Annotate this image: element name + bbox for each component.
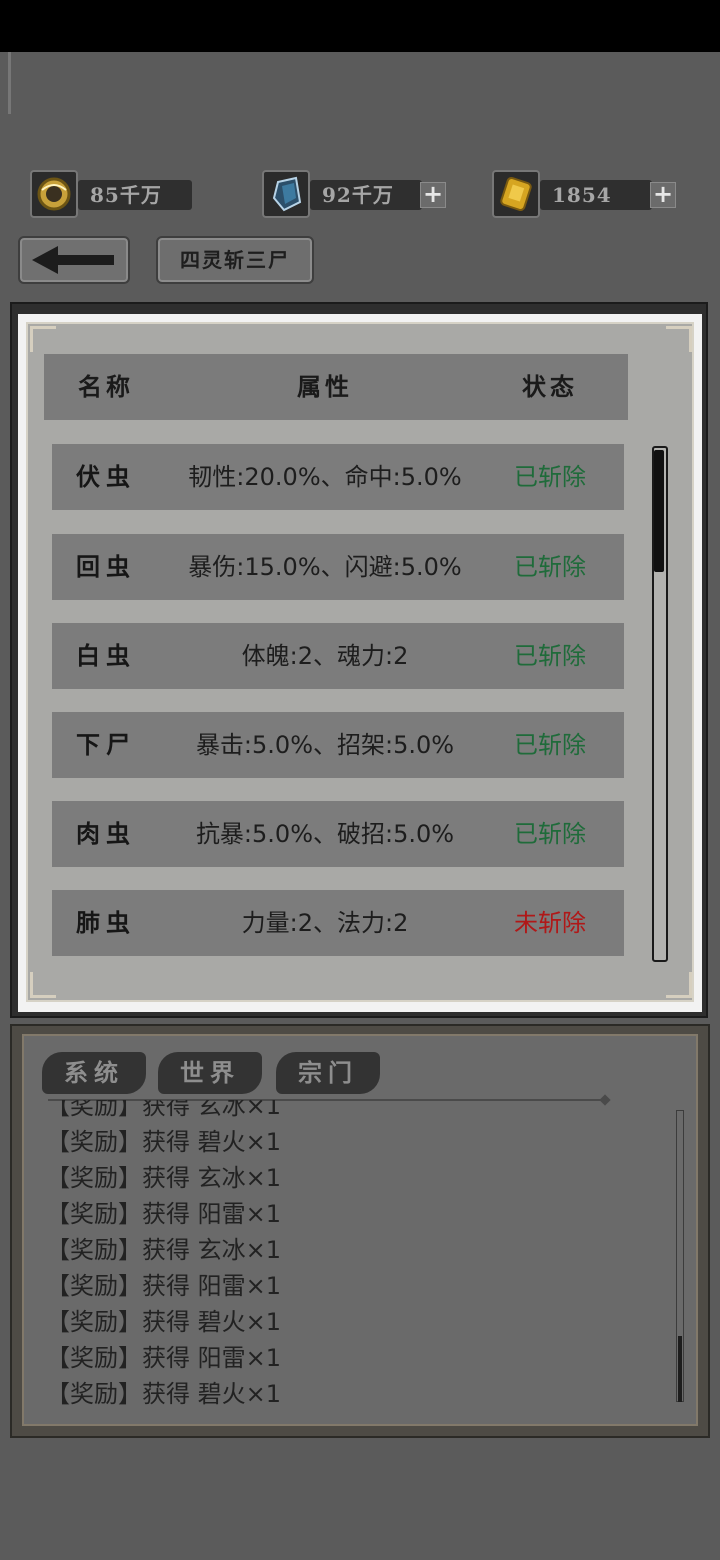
gold-value: 1854 <box>540 180 652 210</box>
row-status: 已斩除 <box>514 820 586 848</box>
crystal-icon <box>262 170 310 218</box>
tab-sect[interactable]: 宗门 <box>276 1052 380 1094</box>
chat-message: 【奖励】获得 碧火×1 <box>46 1128 282 1156</box>
table-row[interactable]: 回虫 暴伤:15.0%、闪避:5.0% 已斩除 <box>52 534 624 600</box>
table-scrollbar-thumb[interactable] <box>654 450 664 572</box>
page-title: 四灵斩三尸 <box>156 236 314 284</box>
row-status: 已斩除 <box>514 731 586 759</box>
corner-ornament <box>30 326 56 352</box>
row-name: 伏虫 <box>76 462 136 491</box>
row-status: 已斩除 <box>514 642 586 670</box>
status-bar <box>0 0 720 52</box>
corner-ornament <box>666 972 692 998</box>
row-name: 下尸 <box>76 730 136 759</box>
table-row[interactable]: 白虫 体魄:2、魂力:2 已斩除 <box>52 623 624 689</box>
row-status: 已斩除 <box>514 553 586 581</box>
chat-message: 【奖励】获得 玄冰×1 <box>46 1100 282 1120</box>
chat-scrollbar-thumb[interactable] <box>678 1336 682 1402</box>
corner-ornament <box>666 326 692 352</box>
chat-message: 【奖励】获得 玄冰×1 <box>46 1236 282 1264</box>
gold-ingot-icon <box>492 170 540 218</box>
row-status: 未斩除 <box>514 909 586 937</box>
chat-message: 【奖励】获得 玄冰×1 <box>46 1164 282 1192</box>
row-status: 已斩除 <box>514 463 586 491</box>
corner-ornament <box>30 972 56 998</box>
back-button[interactable] <box>18 236 130 284</box>
row-name: 回虫 <box>76 552 136 581</box>
table-row[interactable]: 肉虫 抗暴:5.0%、破招:5.0% 已斩除 <box>52 801 624 867</box>
table-row[interactable]: 伏虫 韧性:20.0%、命中:5.0% 已斩除 <box>52 444 624 510</box>
chat-message: 【奖励】获得 阳雷×1 <box>46 1200 282 1228</box>
chat-log[interactable]: 【奖励】获得 玄冰×1 【奖励】获得 碧火×1 【奖励】获得 玄冰×1 【奖励】获得 … <box>46 1100 666 1410</box>
chat-message: 【奖励】获得 碧火×1 <box>46 1380 282 1408</box>
chat-message: 【奖励】获得 阳雷×1 <box>46 1272 282 1300</box>
coin-value: 85千万 <box>78 180 192 210</box>
add-gold-button[interactable]: + <box>650 182 676 208</box>
tab-world[interactable]: 世界 <box>158 1052 262 1094</box>
crystal-value: 92千万 <box>310 180 422 210</box>
coin-counter: 85千万 <box>30 170 192 218</box>
row-attributes: 抗暴:5.0%、破招:5.0% <box>195 820 455 848</box>
row-name: 白虫 <box>76 641 136 670</box>
table-row[interactable]: 下尸 暴击:5.0%、招架:5.0% 已斩除 <box>52 712 624 778</box>
tab-system[interactable]: 系统 <box>42 1052 146 1094</box>
row-attributes: 暴伤:15.0%、闪避:5.0% <box>188 553 462 581</box>
add-crystal-button[interactable]: + <box>420 182 446 208</box>
back-arrow-icon <box>32 246 114 274</box>
table-row[interactable]: 肺虫 力量:2、法力:2 未斩除 <box>52 890 624 956</box>
row-attributes: 力量:2、法力:2 <box>241 909 409 937</box>
row-name: 肉虫 <box>76 819 136 848</box>
row-attributes: 韧性:20.0%、命中:5.0% <box>188 463 462 491</box>
crystal-counter: 92千万 + <box>262 170 450 218</box>
row-attributes: 体魄:2、魂力:2 <box>241 642 409 670</box>
column-name-header: 名称 <box>78 372 134 401</box>
row-name: 肺虫 <box>76 908 136 937</box>
column-attr-header: 属性 <box>297 372 353 401</box>
row-attributes: 暴击:5.0%、招架:5.0% <box>195 731 455 759</box>
chat-message: 【奖励】获得 阳雷×1 <box>46 1344 282 1372</box>
coin-icon <box>30 170 78 218</box>
gold-counter: 1854 + <box>492 170 680 218</box>
chat-message: 【奖励】获得 碧火×1 <box>46 1308 282 1336</box>
edge-handle <box>8 52 11 114</box>
column-status-header: 状态 <box>522 372 578 401</box>
